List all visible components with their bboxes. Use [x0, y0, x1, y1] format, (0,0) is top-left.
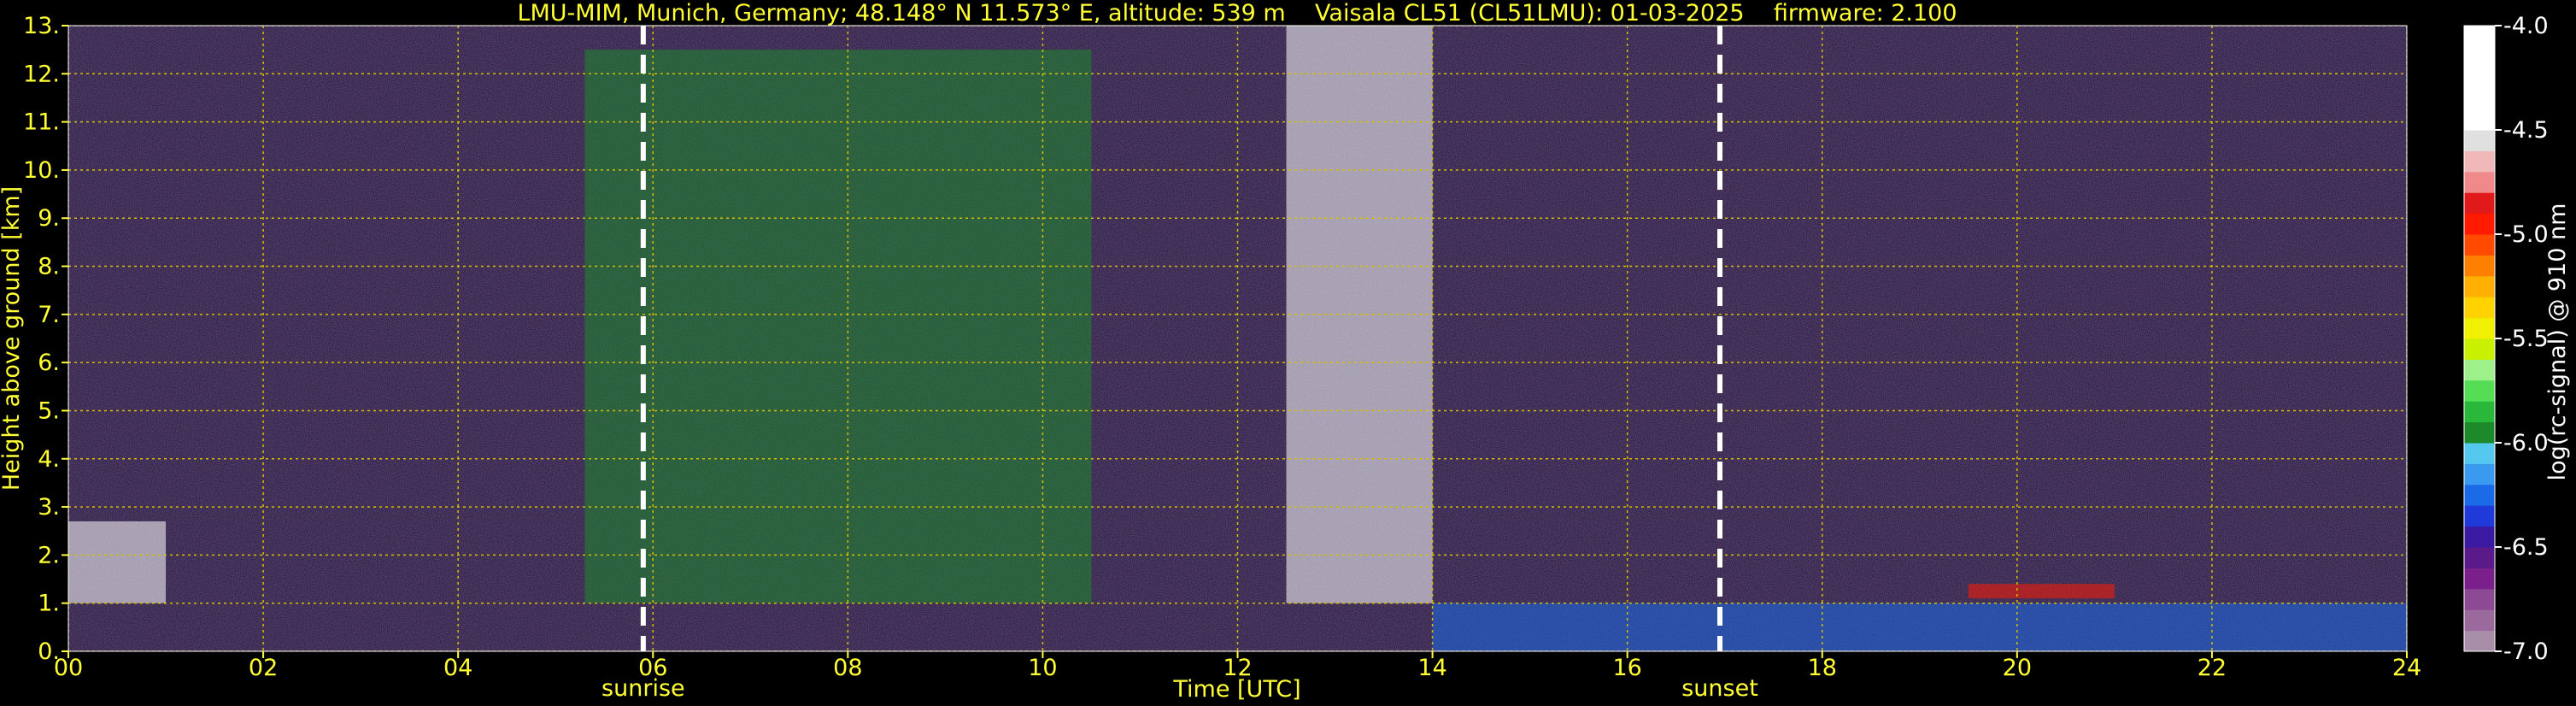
colorbar-segment — [2464, 338, 2495, 360]
y-tick-label: 5. — [38, 397, 60, 424]
colorbar-segment — [2464, 234, 2495, 256]
y-tick-label: 4. — [38, 446, 60, 473]
marker-sunset-label: sunset — [1681, 675, 1758, 702]
colorbar-segment — [2464, 609, 2495, 632]
colorbar-segment — [2464, 588, 2495, 610]
colorbar-tick-label: -6.0 — [2503, 430, 2549, 456]
colorbar-label: log(rc-signal) @ 910 nm — [2544, 203, 2571, 481]
x-axis-label: Time [UTC] — [1172, 676, 1300, 703]
colorbar-segment — [2464, 526, 2495, 548]
colorbar-segment — [2464, 213, 2495, 235]
x-tick-label: 24 — [2392, 655, 2421, 681]
colorbar-segment — [2464, 275, 2495, 297]
colorbar-segment — [2464, 150, 2495, 173]
colorbar-segment — [2464, 67, 2495, 89]
colorbar-tick-label: -7.0 — [2503, 638, 2549, 665]
y-axis-label: Height above ground [km] — [0, 186, 25, 491]
x-tick-label: 10 — [1028, 655, 1057, 681]
x-tick-label: 14 — [1417, 655, 1446, 681]
colorbar-segment — [2464, 192, 2495, 215]
x-tick-label: 02 — [249, 655, 278, 681]
y-tick-label: 6. — [38, 350, 60, 376]
y-tick-label: 11. — [23, 109, 60, 136]
colorbar-segment — [2464, 88, 2495, 110]
colorbar-segment — [2464, 630, 2495, 652]
plot-area — [68, 26, 2407, 651]
x-tick-label: 18 — [1808, 655, 1837, 681]
signal-region — [1968, 584, 2115, 599]
signal-region — [584, 50, 1092, 603]
colorbar-segment — [2464, 568, 2495, 590]
colorbar-tick-label: -6.5 — [2503, 534, 2549, 561]
colorbar-segment — [2464, 317, 2495, 339]
colorbar-tick-label: -4.5 — [2503, 117, 2549, 144]
x-tick-label: 20 — [2003, 655, 2032, 681]
colorbar-segment — [2464, 547, 2495, 568]
colorbar-segment — [2464, 463, 2495, 485]
y-tick-label: 8. — [38, 254, 60, 280]
x-tick-label: 16 — [1612, 655, 1641, 681]
colorbar-segment — [2464, 421, 2495, 444]
colorbar-segment — [2464, 359, 2495, 381]
signal-region — [68, 521, 167, 603]
y-tick-label: 7. — [38, 302, 60, 328]
ceilometer-chart: LMU-MIM, Munich, Germany; 48.148° N 11.5… — [0, 0, 2576, 706]
x-tick-label: 04 — [443, 655, 472, 681]
colorbar-segment — [2464, 484, 2495, 506]
y-tick-label: 1. — [38, 591, 60, 617]
colorbar-segment — [2464, 443, 2495, 464]
colorbar-segment — [2464, 505, 2495, 527]
colorbar-segment — [2464, 46, 2495, 68]
colorbar-segment — [2464, 130, 2495, 151]
x-tick-label: 08 — [833, 655, 862, 681]
colorbar-segment — [2464, 401, 2495, 423]
colorbar-segment — [2464, 297, 2495, 319]
marker-sunrise-label: sunrise — [601, 675, 685, 702]
colorbar-segment — [2464, 171, 2495, 193]
chart-title: LMU-MIM, Munich, Germany; 48.148° N 11.5… — [517, 0, 1957, 26]
colorbar-tick-label: -4.0 — [2503, 13, 2549, 39]
colorbar-tick-label: -5.0 — [2503, 221, 2549, 248]
colorbar-segment — [2464, 26, 2495, 47]
y-tick-label: 13. — [23, 13, 60, 39]
colorbar-segment — [2464, 109, 2495, 131]
colorbar-segment — [2464, 379, 2495, 402]
y-axis: 0. 1. 2. 3. 4. 5. 6. 7. 8. 9. 10. 11. 12. 13. — [23, 13, 68, 665]
signal-region — [1432, 603, 2407, 651]
y-tick-label: 10. — [23, 157, 60, 184]
y-tick-label: 12. — [23, 61, 60, 87]
y-tick-label: 0. — [38, 638, 60, 665]
colorbar-tick-label: -5.5 — [2503, 326, 2549, 352]
y-tick-label: 2. — [38, 542, 60, 568]
chart-svg: LMU-MIM, Munich, Germany; 48.148° N 11.5… — [0, 0, 2571, 703]
x-tick-label: 22 — [2198, 655, 2227, 681]
colorbar: -4.0 -4.5 -5.0 -5.5 -6.0 -6.5 -7.0 — [2463, 13, 2549, 665]
y-tick-label: 3. — [38, 494, 60, 521]
y-tick-label: 9. — [38, 205, 60, 232]
colorbar-segment — [2464, 255, 2495, 277]
